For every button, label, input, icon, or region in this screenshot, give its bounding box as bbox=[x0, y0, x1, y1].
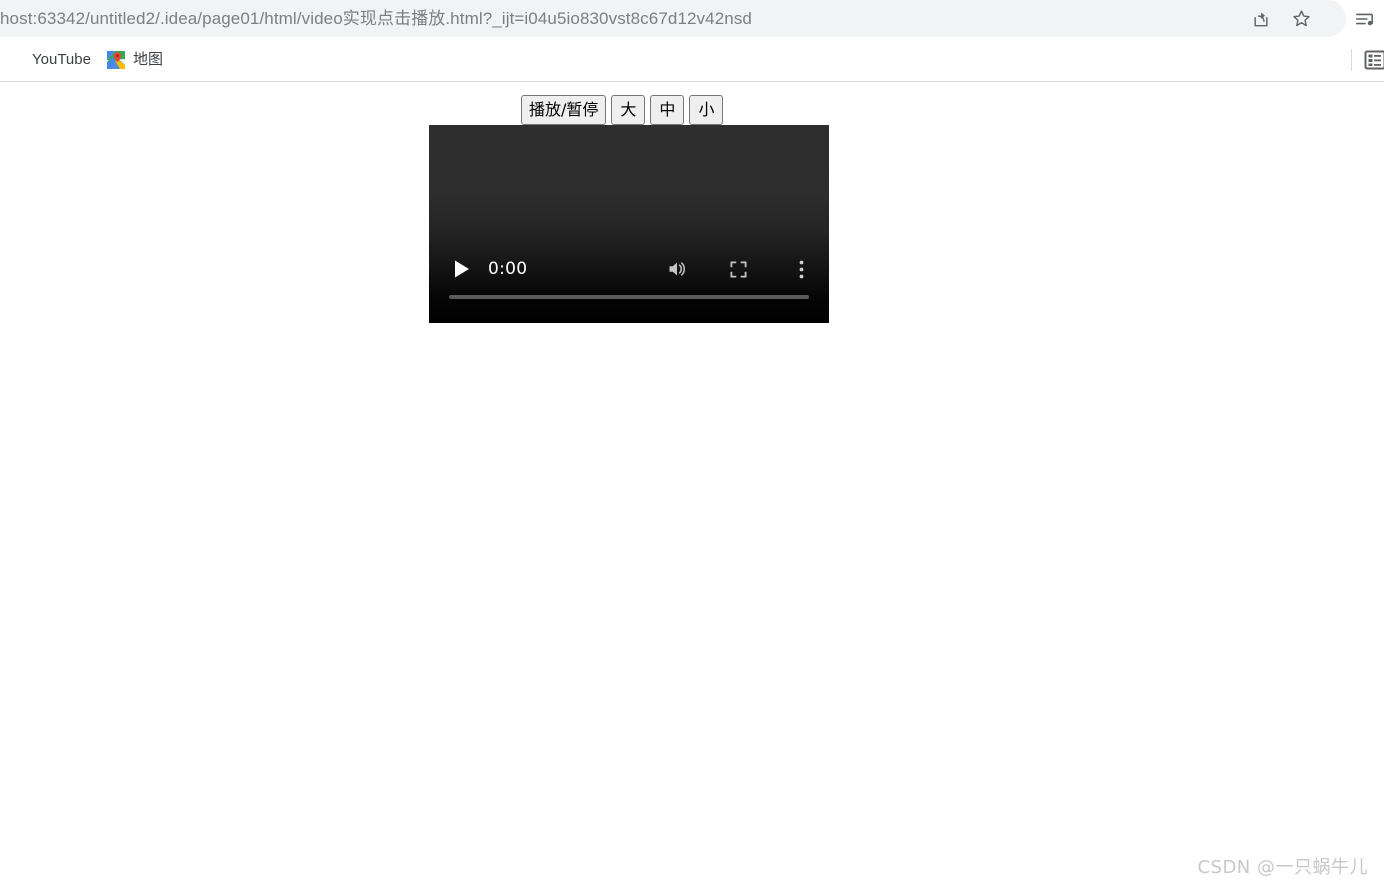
bookmark-label: 地图 bbox=[132, 50, 163, 68]
video-progress-bar[interactable] bbox=[449, 295, 809, 299]
browser-chrome: host:63342/untitled2/.idea/page01/html/v… bbox=[0, 0, 1384, 82]
omnibox-action-icons bbox=[1250, 0, 1312, 37]
video-controls-bar: 0:00 bbox=[429, 251, 829, 323]
page-content: 播放/暂停 大 中 小 0:00 CSDN @一只蜗牛儿 bbox=[0, 82, 1384, 892]
reading-list-icon[interactable] bbox=[1362, 47, 1384, 73]
bookmarks-bar: YouTube 地图 bbox=[0, 38, 1384, 82]
size-large-button[interactable]: 大 bbox=[611, 95, 646, 125]
share-icon[interactable] bbox=[1250, 8, 1272, 30]
video-control-button-row: 播放/暂停 大 中 小 bbox=[521, 95, 724, 125]
video-current-time: 0:00 bbox=[488, 259, 528, 279]
bookmark-item-maps[interactable]: 地图 bbox=[99, 46, 171, 74]
size-medium-button[interactable]: 中 bbox=[650, 95, 685, 125]
play-icon[interactable] bbox=[452, 259, 472, 279]
google-maps-favicon bbox=[106, 50, 125, 69]
volume-icon[interactable] bbox=[667, 258, 689, 280]
csdn-watermark: CSDN @一只蜗牛儿 bbox=[1197, 857, 1368, 878]
bookmark-item-youtube[interactable]: YouTube bbox=[0, 46, 99, 74]
media-list-icon[interactable] bbox=[1354, 8, 1376, 30]
video-player[interactable]: 0:00 bbox=[429, 125, 829, 323]
star-icon[interactable] bbox=[1290, 8, 1312, 30]
size-small-button[interactable]: 小 bbox=[689, 95, 724, 125]
youtube-favicon bbox=[6, 51, 24, 69]
toolbar-right bbox=[1354, 0, 1376, 37]
bookmarks-bar-right bbox=[1351, 38, 1384, 81]
address-bar[interactable]: host:63342/untitled2/.idea/page01/html/v… bbox=[0, 0, 1346, 37]
more-options-icon[interactable] bbox=[791, 258, 811, 280]
omnibox-row: host:63342/untitled2/.idea/page01/html/v… bbox=[0, 0, 1384, 38]
bookmarks-divider bbox=[1351, 48, 1352, 71]
bookmark-label: YouTube bbox=[32, 50, 91, 68]
fullscreen-icon[interactable] bbox=[728, 259, 748, 279]
address-bar-url-text[interactable]: host:63342/untitled2/.idea/page01/html/v… bbox=[0, 7, 752, 31]
play-pause-button[interactable]: 播放/暂停 bbox=[521, 95, 607, 125]
